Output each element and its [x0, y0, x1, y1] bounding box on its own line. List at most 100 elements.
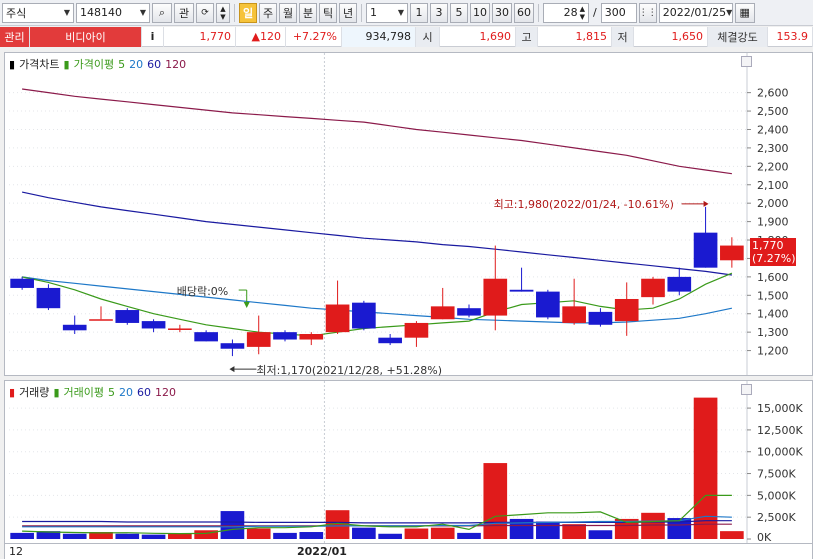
candle-body: [536, 291, 560, 318]
period-tab-year[interactable]: 년: [339, 2, 357, 23]
legend-vma120: 120: [154, 385, 176, 399]
volume-chart: 0K 2,500K 5,000K 7,500K 10,000K 12,500K 15,000…: [9, 381, 803, 544]
search-button[interactable]: ⌕: [152, 2, 172, 23]
legend-ma5: 5: [118, 57, 126, 71]
legend-ma20: 20: [129, 57, 144, 71]
down-arrow-icon: ▼: [220, 12, 226, 21]
candle-body: [299, 333, 324, 340]
volume-bar: [62, 533, 87, 539]
up-arrow-icon: ▲: [220, 4, 226, 13]
count-input[interactable]: 28 ▲ ▼: [543, 2, 589, 23]
interval-preset-3[interactable]: 3: [430, 2, 448, 23]
panel-close-button[interactable]: [741, 56, 752, 67]
interval-preset-10[interactable]: 10: [470, 2, 490, 23]
price-chart-panel[interactable]: ▮ 가격차트 ▮ 가격이평 5 20 60 120 1,200 1,300 1,40…: [4, 52, 813, 377]
trade-volume: 934,798: [342, 26, 416, 47]
volume-bar: [430, 527, 455, 539]
refresh-button[interactable]: ⟳: [196, 2, 214, 23]
quote-info-bar: 관리 비디아이 i 1,770 ▲120 +7.27% 934,798 시 1,…: [0, 26, 813, 47]
period-tab-month[interactable]: 월: [279, 2, 297, 23]
spinner-icon: ▲ ▼: [579, 4, 585, 21]
stock-name: 비디아이: [30, 26, 142, 47]
toolbar: 주식 ▼ 148140 ▼ ⌕ 관 ⟳ ▲ ▼ 일 주 월 분 틱 년 1 ▼ …: [0, 0, 813, 26]
y-tick-label: 1,600: [757, 271, 789, 284]
chevron-down-icon: ▼: [726, 8, 733, 17]
current-price-marker-value: 1,770: [752, 238, 784, 252]
calendar-button[interactable]: ▦: [734, 2, 755, 23]
y-tick-label: 2,000: [757, 197, 789, 210]
annotation-dividend-arrowhead: [243, 302, 250, 309]
low-price: 1,650: [634, 26, 708, 47]
divider: [234, 3, 235, 22]
code-input-value: 148140: [80, 6, 122, 19]
period-tab-day[interactable]: 일: [239, 2, 257, 23]
annotation-low-arrowhead: [229, 366, 235, 373]
candle-body: [352, 302, 376, 329]
candle-body: [194, 332, 218, 342]
price-legend: ▮ 가격차트 ▮ 가격이평 5 20 60 120: [9, 56, 186, 72]
volume-bar: [220, 511, 245, 539]
period-tab-week[interactable]: 주: [259, 2, 277, 23]
interval-select[interactable]: 1 ▼: [366, 2, 408, 23]
candle-body: [115, 310, 140, 323]
date-axis-month-label: 2022/01: [297, 545, 347, 558]
high-price: 1,815: [538, 26, 612, 47]
legend-volume-title: 거래량: [19, 386, 50, 399]
chevron-down-icon: ▼: [397, 8, 404, 17]
legend-vma5: 5: [107, 385, 115, 399]
candle-body: [168, 328, 192, 330]
chevron-down-icon: ▼: [63, 8, 70, 17]
count-input-value: 28: [563, 6, 578, 19]
y-tick-label: 2,600: [757, 87, 789, 100]
low-label: 저: [612, 26, 634, 47]
candle-body: [62, 324, 87, 331]
candle-body: [641, 278, 665, 298]
y-tick-label: 0K: [757, 531, 772, 543]
legend-price-marker: ▮: [9, 57, 16, 71]
interval-preset-5[interactable]: 5: [450, 2, 468, 23]
legend-vma20: 20: [118, 385, 133, 399]
y-tick-label: 2,100: [757, 179, 789, 192]
volume-bar: [483, 463, 508, 539]
period-tab-minute[interactable]: 분: [299, 2, 317, 23]
chart-settings-button[interactable]: ⋮⋮: [638, 2, 657, 23]
date-input[interactable]: 2022/01/25 ▼: [658, 2, 733, 23]
search-icon: ⌕: [158, 5, 166, 19]
candle-body: [457, 308, 481, 316]
high-label: 고: [516, 26, 538, 47]
favorite-button[interactable]: 관: [174, 2, 194, 23]
info-button[interactable]: i: [142, 26, 164, 47]
candle-body: [273, 332, 297, 340]
volume-bar: [641, 512, 665, 539]
management-badge: 관리: [0, 26, 30, 47]
count-max-input[interactable]: 300: [600, 2, 637, 23]
panel-close-button[interactable]: [741, 384, 752, 395]
interval-preset-1[interactable]: 1: [410, 2, 428, 23]
interval-preset-30[interactable]: 30: [492, 2, 512, 23]
market-select[interactable]: 주식 ▼: [2, 2, 74, 23]
ma120-line: [22, 88, 732, 175]
code-input[interactable]: 148140 ▼: [76, 2, 150, 23]
volume-bar: [588, 530, 613, 539]
y-tick-label: 7,500K: [757, 468, 796, 481]
y-tick-label: 1,400: [757, 308, 789, 321]
y-tick-label: 5,000K: [757, 489, 796, 502]
annotation-dividend: 배당락:0%: [176, 285, 229, 299]
open-label: 시: [416, 26, 440, 47]
candle-body: [404, 322, 429, 338]
period-tab-tick[interactable]: 틱: [319, 2, 337, 23]
calendar-icon: ▦: [739, 6, 750, 19]
spinner-button[interactable]: ▲ ▼: [216, 2, 230, 23]
y-tick-label: 1,500: [757, 289, 789, 302]
candle-body: [430, 306, 455, 320]
volume-bar: [352, 527, 376, 539]
interval-preset-60[interactable]: 60: [514, 2, 534, 23]
volume-bar: [299, 532, 324, 539]
open-price: 1,690: [440, 26, 516, 47]
volume-bar: [378, 533, 402, 539]
volume-bar: [404, 528, 429, 539]
y-tick-label: 1,300: [757, 326, 789, 339]
candle-body: [36, 287, 61, 309]
volume-chart-panel[interactable]: ▮ 거래량 ▮ 거래이평 5 20 60 120 0K 2,500K 5,000K 7…: [4, 380, 813, 544]
y-tick-label: 12,500K: [757, 424, 803, 437]
